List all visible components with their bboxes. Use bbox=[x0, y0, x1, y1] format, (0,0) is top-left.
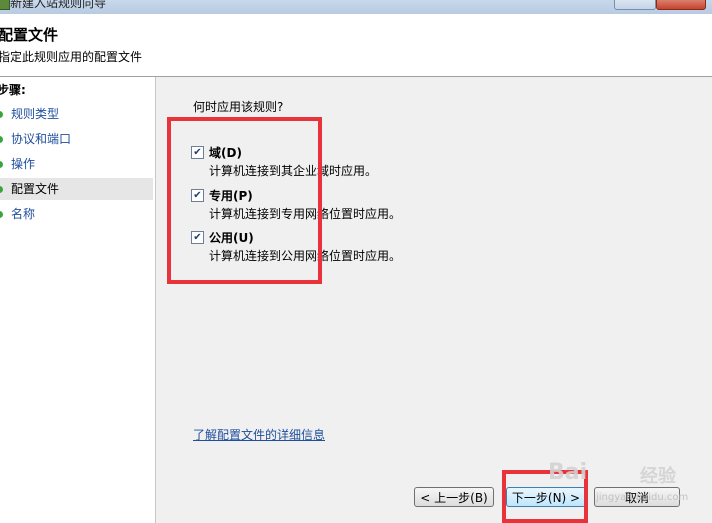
firewall-app-icon bbox=[0, 0, 10, 10]
option-label: 专用(P) bbox=[209, 189, 253, 203]
page-title: 配置文件 bbox=[0, 26, 59, 44]
step-profile[interactable]: 配置文件 bbox=[0, 178, 153, 200]
step-dot-icon bbox=[0, 136, 3, 143]
step-dot-icon bbox=[0, 111, 3, 118]
option-description: 计算机连接到专用网络位置时应用。 bbox=[209, 207, 402, 221]
learn-more-link[interactable]: 了解配置文件的详细信息 bbox=[193, 426, 325, 443]
cancel-button[interactable]: 取消 bbox=[594, 487, 680, 507]
option-label: 公用(U) bbox=[209, 231, 254, 245]
step-label: 名称 bbox=[11, 207, 36, 221]
title-bar: 新建入站规则向导 bbox=[0, 0, 712, 14]
step-label: 规则类型 bbox=[11, 107, 60, 121]
step-dot-icon bbox=[0, 161, 3, 168]
close-button[interactable] bbox=[656, 0, 706, 10]
main-pane: 何时应用该规则? ✔ 域(D) 计算机连接到其企业域时应用。 ✔ 专用(P) 计… bbox=[156, 77, 712, 523]
public-checkbox[interactable]: ✔ bbox=[191, 231, 204, 244]
step-rule-type[interactable]: 规则类型 bbox=[0, 103, 153, 125]
private-checkbox[interactable]: ✔ bbox=[191, 189, 204, 202]
option-description: 计算机连接到公用网络位置时应用。 bbox=[209, 249, 402, 263]
steps-title: 步骤: bbox=[0, 83, 26, 97]
option-label: 域(D) bbox=[209, 146, 242, 160]
step-action[interactable]: 操作 bbox=[0, 153, 153, 175]
wizard-header: 配置文件 指定此规则应用的配置文件 bbox=[0, 14, 712, 77]
step-protocol-ports[interactable]: 协议和端口 bbox=[0, 128, 153, 150]
step-dot-icon bbox=[0, 186, 3, 193]
back-button[interactable]: < 上一步(B) bbox=[414, 487, 494, 507]
option-description: 计算机连接到其企业域时应用。 bbox=[209, 164, 378, 178]
maximize-button[interactable] bbox=[614, 0, 656, 10]
page-subtitle: 指定此规则应用的配置文件 bbox=[0, 50, 143, 64]
next-button[interactable]: 下一步(N) > bbox=[506, 487, 586, 507]
step-label: 配置文件 bbox=[11, 182, 60, 196]
question-label: 何时应用该规则? bbox=[193, 100, 284, 114]
step-label: 操作 bbox=[11, 157, 36, 171]
window-title: 新建入站规则向导 bbox=[10, 0, 107, 10]
step-name[interactable]: 名称 bbox=[0, 203, 153, 225]
domain-checkbox[interactable]: ✔ bbox=[191, 146, 204, 159]
steps-pane: 步骤: 规则类型 协议和端口 操作 配置文件 名称 bbox=[0, 77, 156, 523]
step-label: 协议和端口 bbox=[11, 132, 72, 146]
step-dot-icon bbox=[0, 211, 3, 218]
